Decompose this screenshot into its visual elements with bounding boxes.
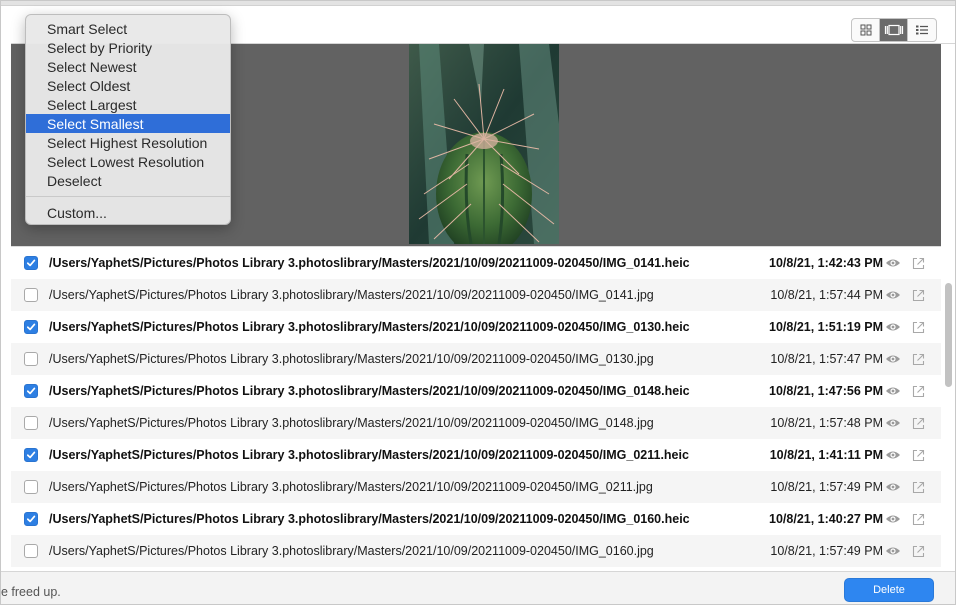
file-path: /Users/YaphetS/Pictures/Photos Library 3… bbox=[49, 384, 690, 398]
menu-item-deselect[interactable]: Deselect bbox=[26, 171, 230, 190]
file-path: /Users/YaphetS/Pictures/Photos Library 3… bbox=[49, 416, 654, 430]
open-external-icon[interactable] bbox=[912, 257, 925, 270]
photo-preview bbox=[409, 44, 559, 244]
row-checkbox[interactable] bbox=[24, 352, 38, 366]
file-date: 10/8/21, 1:41:11 PM bbox=[769, 448, 883, 462]
space-freed-text: e freed up. bbox=[1, 585, 61, 599]
filmstrip-view-button[interactable] bbox=[880, 19, 908, 41]
eye-icon[interactable] bbox=[885, 321, 901, 333]
file-date: 10/8/21, 1:57:47 PM bbox=[770, 352, 883, 366]
row-checkbox[interactable] bbox=[24, 288, 38, 302]
file-path: /Users/YaphetS/Pictures/Photos Library 3… bbox=[49, 288, 654, 302]
open-external-icon[interactable] bbox=[912, 545, 925, 558]
checkmark-icon bbox=[26, 259, 36, 267]
file-date: 10/8/21, 1:57:49 PM bbox=[770, 480, 883, 494]
menu-item-select-by-priority[interactable]: Select by Priority bbox=[26, 38, 230, 57]
row-checkbox[interactable] bbox=[24, 448, 38, 462]
checkmark-icon bbox=[26, 451, 36, 459]
grid-view-button[interactable] bbox=[852, 19, 880, 41]
open-external-icon[interactable] bbox=[912, 385, 925, 398]
checkmark-icon bbox=[26, 515, 36, 523]
file-path: /Users/YaphetS/Pictures/Photos Library 3… bbox=[49, 256, 690, 270]
eye-icon[interactable] bbox=[885, 385, 901, 397]
eye-icon[interactable] bbox=[885, 257, 901, 269]
file-row[interactable]: /Users/YaphetS/Pictures/Photos Library 3… bbox=[11, 343, 941, 375]
footer-bar: e freed up. Delete bbox=[1, 571, 955, 604]
file-row[interactable]: /Users/YaphetS/Pictures/Photos Library 3… bbox=[11, 439, 941, 471]
file-date: 10/8/21, 1:57:44 PM bbox=[770, 288, 883, 302]
file-date: 10/8/21, 1:42:43 PM bbox=[769, 256, 883, 270]
open-external-icon[interactable] bbox=[912, 449, 925, 462]
file-row[interactable]: /Users/YaphetS/Pictures/Photos Library 3… bbox=[11, 279, 941, 311]
row-checkbox[interactable] bbox=[24, 544, 38, 558]
open-external-icon[interactable] bbox=[912, 513, 925, 526]
eye-icon[interactable] bbox=[885, 289, 901, 301]
open-external-icon[interactable] bbox=[912, 481, 925, 494]
eye-icon[interactable] bbox=[885, 417, 901, 429]
eye-icon[interactable] bbox=[885, 545, 901, 557]
row-checkbox[interactable] bbox=[24, 256, 38, 270]
menu-item-select-newest[interactable]: Select Newest bbox=[26, 57, 230, 76]
eye-icon[interactable] bbox=[885, 353, 901, 365]
menu-item-select-largest[interactable]: Select Largest bbox=[26, 95, 230, 114]
file-date: 10/8/21, 1:57:48 PM bbox=[770, 416, 883, 430]
eye-icon[interactable] bbox=[885, 513, 901, 525]
open-external-icon[interactable] bbox=[912, 353, 925, 366]
duplicate-review-window: ⋮ bbox=[0, 0, 956, 605]
open-external-icon[interactable] bbox=[912, 417, 925, 430]
view-mode-switch bbox=[851, 18, 937, 42]
file-path: /Users/YaphetS/Pictures/Photos Library 3… bbox=[49, 320, 690, 334]
file-row[interactable]: /Users/YaphetS/Pictures/Photos Library 3… bbox=[11, 247, 941, 279]
row-checkbox[interactable] bbox=[24, 416, 38, 430]
list-view-icon bbox=[915, 25, 928, 35]
menu-item-select-smallest[interactable]: Select Smallest bbox=[26, 114, 230, 133]
eye-icon[interactable] bbox=[885, 481, 901, 493]
filmstrip-view-icon bbox=[884, 24, 903, 36]
menu-separator bbox=[26, 196, 230, 197]
menu-item-smart-select[interactable]: Smart Select bbox=[26, 19, 230, 38]
file-path: /Users/YaphetS/Pictures/Photos Library 3… bbox=[49, 480, 653, 494]
checkmark-icon bbox=[26, 323, 36, 331]
file-row[interactable]: /Users/YaphetS/Pictures/Photos Library 3… bbox=[11, 375, 941, 407]
file-row[interactable]: /Users/YaphetS/Pictures/Photos Library 3… bbox=[11, 471, 941, 503]
file-row[interactable]: /Users/YaphetS/Pictures/Photos Library 3… bbox=[11, 311, 941, 343]
duplicate-file-list: /Users/YaphetS/Pictures/Photos Library 3… bbox=[11, 246, 941, 571]
eye-icon[interactable] bbox=[885, 449, 901, 461]
file-date: 10/8/21, 1:51:19 PM bbox=[769, 320, 883, 334]
file-path: /Users/YaphetS/Pictures/Photos Library 3… bbox=[49, 448, 689, 462]
row-checkbox[interactable] bbox=[24, 384, 38, 398]
grid-view-icon bbox=[860, 24, 871, 36]
file-path: /Users/YaphetS/Pictures/Photos Library 3… bbox=[49, 352, 654, 366]
file-path: /Users/YaphetS/Pictures/Photos Library 3… bbox=[49, 512, 690, 526]
open-external-icon[interactable] bbox=[912, 289, 925, 302]
list-view-button[interactable] bbox=[908, 19, 936, 41]
checkmark-icon bbox=[26, 387, 36, 395]
sidebar-edge bbox=[1, 6, 11, 246]
file-row[interactable]: /Users/YaphetS/Pictures/Photos Library 3… bbox=[11, 503, 941, 535]
menu-item-select-highest-resolution[interactable]: Select Highest Resolution bbox=[26, 133, 230, 152]
menu-item-select-lowest-resolution[interactable]: Select Lowest Resolution bbox=[26, 152, 230, 171]
delete-button[interactable]: Delete bbox=[844, 578, 934, 602]
selection-menu: Smart Select Select by Priority Select New… bbox=[25, 14, 231, 225]
row-checkbox[interactable] bbox=[24, 512, 38, 526]
row-checkbox[interactable] bbox=[24, 320, 38, 334]
file-row[interactable]: /Users/YaphetS/Pictures/Photos Library 3… bbox=[11, 407, 941, 439]
file-date: 10/8/21, 1:57:49 PM bbox=[770, 544, 883, 558]
file-date: 10/8/21, 1:40:27 PM bbox=[769, 512, 883, 526]
list-scrollbar[interactable] bbox=[945, 283, 952, 387]
file-row[interactable]: /Users/YaphetS/Pictures/Photos Library 3… bbox=[11, 535, 941, 567]
menu-item-select-oldest[interactable]: Select Oldest bbox=[26, 76, 230, 95]
menu-item-custom[interactable]: Custom... bbox=[26, 203, 230, 222]
row-checkbox[interactable] bbox=[24, 480, 38, 494]
open-external-icon[interactable] bbox=[912, 321, 925, 334]
file-path: /Users/YaphetS/Pictures/Photos Library 3… bbox=[49, 544, 654, 558]
file-date: 10/8/21, 1:47:56 PM bbox=[769, 384, 883, 398]
